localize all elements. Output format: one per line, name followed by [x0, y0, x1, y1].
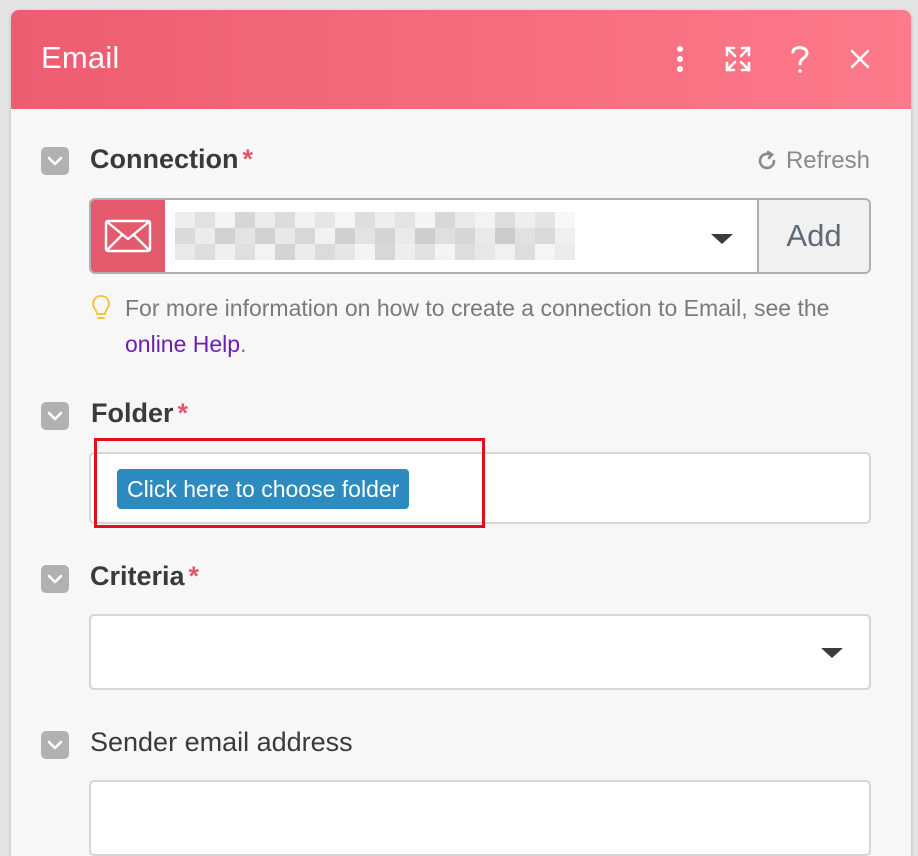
- chevron-down-icon: [711, 234, 733, 244]
- folder-collapse-toggle[interactable]: [41, 402, 69, 430]
- criteria-collapse-toggle[interactable]: [41, 565, 69, 593]
- redacted-connection-name: [175, 212, 575, 260]
- lightbulb-icon: [91, 294, 111, 319]
- connection-collapse-toggle[interactable]: [41, 147, 69, 175]
- criteria-label: Criteria *: [90, 561, 199, 592]
- connection-picker: Add: [89, 198, 871, 274]
- required-marker: *: [242, 144, 254, 174]
- criteria-select[interactable]: [89, 614, 871, 690]
- panel-header: Email: [11, 10, 911, 109]
- chevron-down-icon: [821, 648, 843, 658]
- expand-icon[interactable]: [721, 42, 755, 76]
- hint-text-after: .: [240, 331, 247, 357]
- connection-select[interactable]: [165, 200, 759, 272]
- close-icon[interactable]: [843, 42, 877, 76]
- email-module-panel: Email Connection * Refresh Add For more …: [11, 10, 911, 856]
- panel-title: Email: [41, 40, 120, 75]
- hint-text-before: For more information on how to create a …: [125, 295, 830, 321]
- required-marker: *: [177, 398, 189, 428]
- folder-label-text: Folder: [91, 398, 174, 428]
- criteria-label-text: Criteria: [90, 561, 185, 591]
- sender-email-input[interactable]: [89, 780, 871, 856]
- help-icon[interactable]: [783, 42, 817, 76]
- more-vertical-icon[interactable]: [663, 42, 697, 76]
- email-connection-icon: [91, 200, 165, 272]
- connection-label: Connection *: [90, 144, 253, 175]
- sender-email-label: Sender email address: [90, 727, 353, 757]
- refresh-button[interactable]: Refresh: [756, 147, 870, 175]
- refresh-icon: [758, 150, 776, 170]
- folder-label: Folder *: [91, 398, 188, 429]
- add-connection-button[interactable]: Add: [759, 200, 869, 272]
- online-help-link[interactable]: online Help: [125, 331, 240, 357]
- refresh-label: Refresh: [785, 147, 870, 174]
- connection-help-hint: For more information on how to create a …: [91, 290, 881, 362]
- choose-folder-button[interactable]: Click here to choose folder: [117, 469, 410, 509]
- required-marker: *: [188, 561, 200, 591]
- hint-text: For more information on how to create a …: [125, 290, 881, 362]
- sender-collapse-toggle[interactable]: [41, 731, 69, 759]
- connection-label-text: Connection: [90, 144, 239, 174]
